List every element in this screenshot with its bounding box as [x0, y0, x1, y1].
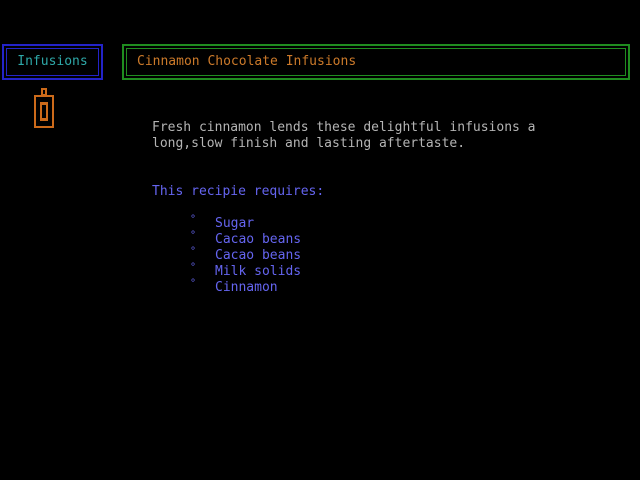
bullet-icon: ° [190, 214, 197, 225]
category-panel: Infusions [2, 44, 103, 80]
list-item: ° Cacao beans [190, 246, 302, 264]
list-item: ° Cinnamon [190, 278, 301, 296]
ingredients-heading: This recipie requires: [152, 184, 325, 199]
ingredient-label: Cacao beans [215, 248, 302, 263]
bullet-icon: ° [190, 246, 197, 257]
bullet-icon: ° [190, 230, 197, 241]
ingredient-label: Sugar [215, 216, 255, 231]
category-label: Infusions [6, 48, 99, 76]
ingredient-list: ° Sugar ° Cacao beans ° Cacao beans ° Mi… [190, 214, 302, 296]
list-item: ° Sugar [190, 214, 301, 232]
list-item: ° Cacao beans [190, 230, 302, 248]
ingredient-label: Cinnamon [215, 280, 278, 295]
bottle-icon [34, 88, 54, 128]
bullet-icon: ° [190, 278, 197, 289]
bullet-icon: ° [190, 262, 197, 273]
recipe-description: Fresh cinnamon lends these delightful in… [152, 120, 536, 151]
title-panel: Cinnamon Chocolate Infusions [122, 44, 630, 80]
list-item: ° Milk solids [190, 262, 302, 280]
page-title: Cinnamon Chocolate Infusions [126, 48, 626, 76]
ingredient-label: Milk solids [215, 264, 302, 279]
ingredient-label: Cacao beans [215, 232, 302, 247]
